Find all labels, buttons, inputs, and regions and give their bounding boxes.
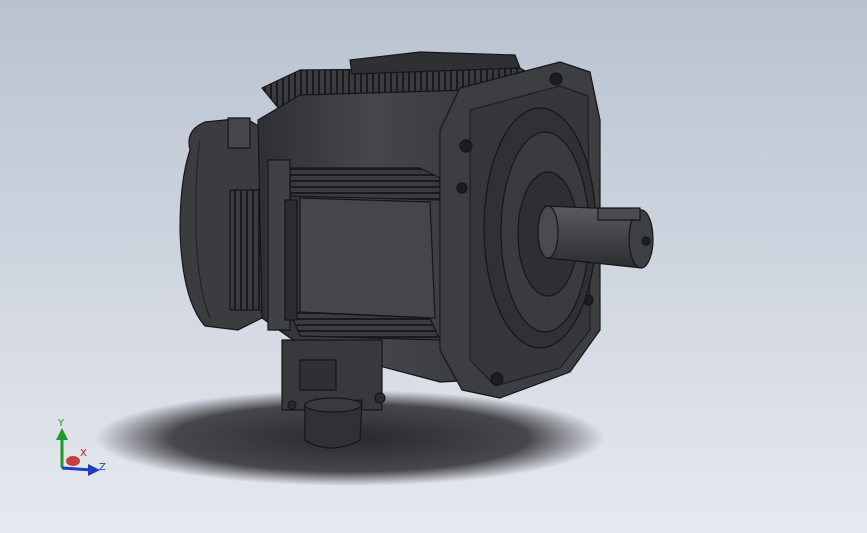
side-rail-shadow	[284, 199, 298, 321]
mounting-hole-bottom-left	[490, 372, 504, 386]
z-axis-label: Z	[99, 462, 106, 473]
mounting-hole-top-left	[459, 139, 473, 153]
y-axis-label: Y	[57, 418, 65, 429]
mounting-hole-top-right	[549, 72, 563, 86]
shaft-key	[597, 207, 641, 221]
mounting-hole-mid	[456, 182, 468, 194]
upper-side-fins	[289, 167, 441, 201]
x-axis-label: X	[80, 448, 87, 459]
z-axis-line	[61, 466, 93, 472]
side-panel	[299, 197, 436, 319]
output-shaft[interactable]	[537, 205, 654, 269]
graphics-viewport[interactable]: Y X Z	[0, 0, 867, 533]
graphics-area[interactable]: Y X Z	[0, 0, 867, 533]
x-axis-arrow-icon	[66, 456, 80, 466]
